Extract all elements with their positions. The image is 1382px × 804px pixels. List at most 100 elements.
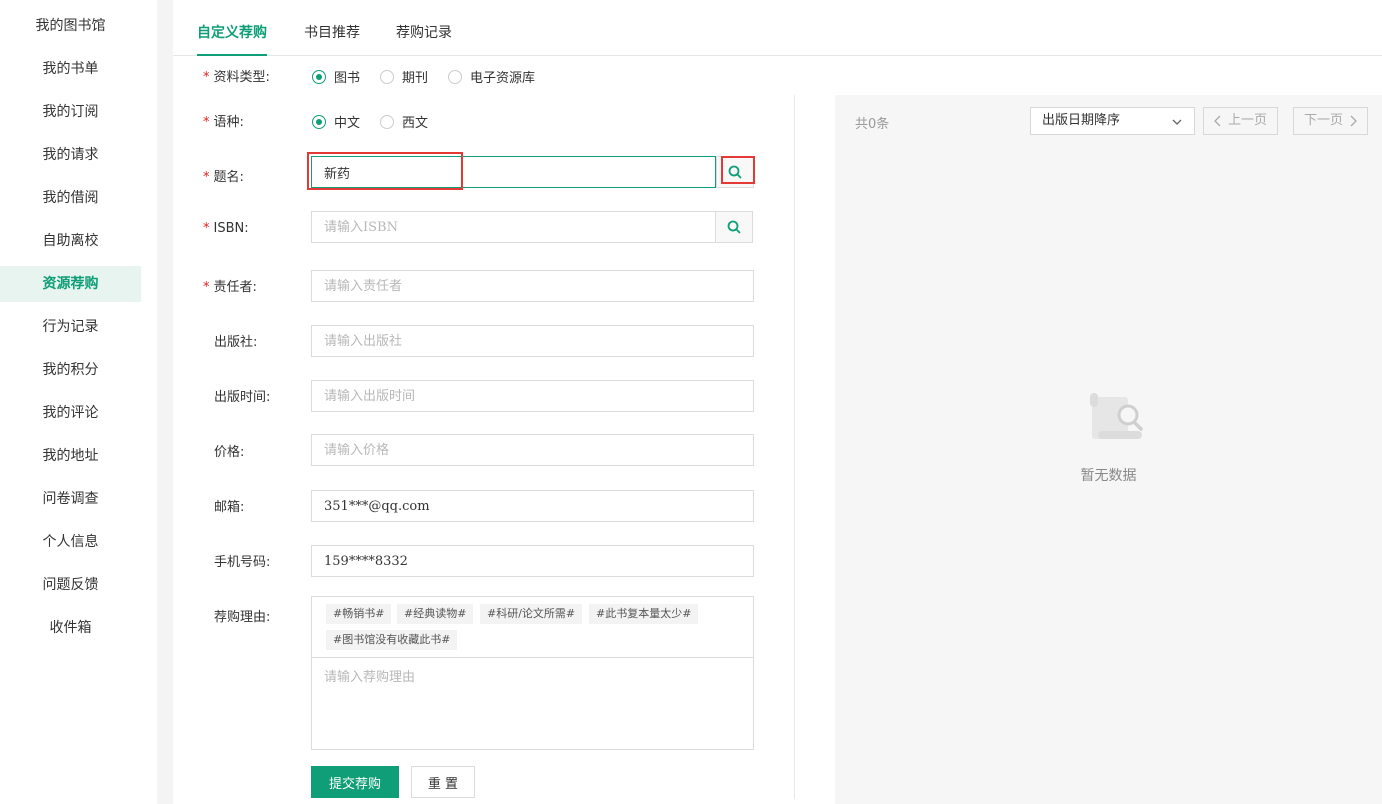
sidebar-item-my-address[interactable]: 我的地址 [0, 438, 141, 474]
type-label: * 资料类型: [203, 66, 270, 85]
pubdate-label: 出版时间: [214, 386, 270, 405]
language-radio-chinese[interactable]: 中文 [312, 112, 360, 131]
author-label: * 责任者: [203, 276, 257, 295]
language-radio-western[interactable]: 西文 [380, 112, 428, 131]
sidebar-item-my-comments[interactable]: 我的评论 [0, 395, 141, 431]
sidebar-item-my-requests[interactable]: 我的请求 [0, 137, 141, 173]
sidebar-item-resource-recommend[interactable]: 资源荐购 [0, 266, 141, 302]
reason-tag[interactable]: #图书馆没有收藏此书# [326, 630, 458, 650]
reset-button[interactable]: 重 置 [411, 766, 475, 798]
required-mark: * [203, 70, 210, 85]
pubdate-label-colon: : [266, 390, 271, 405]
reason-tag[interactable]: #科研/论文所需# [480, 604, 583, 624]
submit-button[interactable]: 提交荐购 [311, 766, 399, 798]
reason-textarea[interactable] [312, 657, 753, 749]
tab-bar: 自定义荐购 书目推荐 荐购记录 [173, 0, 1382, 56]
publisher-label-colon: : [253, 335, 258, 350]
reason-tag[interactable]: #此书复本量太少# [589, 604, 699, 624]
reason-tag[interactable]: #畅销书# [326, 604, 392, 624]
phone-label: 手机号码: [214, 551, 270, 570]
prev-page-label: 上一页 [1228, 113, 1268, 128]
sort-selected-value: 出版日期降序 [1042, 113, 1121, 128]
reason-box: #畅销书# #经典读物# #科研/论文所需# #此书复本量太少# #图书馆没有收… [311, 596, 754, 750]
language-label: * 语种: [203, 111, 244, 130]
empty-data-icon [1090, 393, 1143, 439]
required-mark: * [203, 115, 210, 130]
email-label-text: 邮箱 [214, 500, 241, 515]
title-label-colon: : [239, 170, 244, 185]
radio-circle [312, 114, 326, 129]
type-radio-journal[interactable]: 期刊 [380, 67, 428, 86]
email-label-colon: : [240, 500, 245, 515]
sidebar-divider [157, 0, 173, 804]
title-label-text: 题名 [213, 170, 240, 185]
type-radio-group: 图书 期刊 电子资源库 [312, 67, 562, 87]
type-radio-eresource[interactable]: 电子资源库 [448, 67, 535, 86]
language-option-western: 西文 [402, 116, 429, 131]
price-label-text: 价格 [214, 445, 241, 460]
title-label: * 题名: [203, 166, 244, 185]
search-icon [728, 165, 742, 179]
author-label-colon: : [252, 280, 257, 295]
email-label: 邮箱: [214, 496, 244, 515]
next-page-label: 下一页 [1304, 113, 1344, 128]
sidebar: 我的图书馆 我的书单 我的订阅 我的请求 我的借阅 自助离校 资源荐购 行为记录… [0, 0, 141, 804]
tab-custom-recommend[interactable]: 自定义荐购 [197, 22, 267, 56]
radio-circle [448, 69, 462, 84]
required-mark: * [203, 170, 210, 185]
type-option-book: 图书 [334, 71, 361, 86]
email-input[interactable] [311, 490, 754, 522]
author-input[interactable] [311, 270, 754, 302]
phone-input[interactable] [311, 545, 754, 577]
publisher-label-text: 出版社 [214, 335, 254, 350]
sidebar-item-my-subscriptions[interactable]: 我的订阅 [0, 94, 141, 130]
isbn-label-colon: : [244, 221, 249, 236]
type-option-journal: 期刊 [402, 71, 429, 86]
title-input[interactable] [311, 156, 716, 188]
title-search-button[interactable] [716, 156, 754, 188]
result-count: 共0条 [855, 117, 890, 132]
sort-select[interactable]: 出版日期降序 [1030, 107, 1195, 135]
prev-page-button[interactable]: 上一页 [1203, 107, 1279, 135]
reason-label: 荐购理由: [214, 606, 270, 625]
sidebar-item-my-borrowing[interactable]: 我的借阅 [0, 180, 141, 216]
chevron-left-icon [1214, 115, 1221, 127]
next-page-button[interactable]: 下一页 [1293, 107, 1369, 135]
tab-recommend-history[interactable]: 荐购记录 [396, 22, 452, 54]
price-label: 价格: [214, 441, 244, 460]
publisher-label: 出版社: [214, 331, 257, 350]
sidebar-item-feedback[interactable]: 问题反馈 [0, 567, 141, 603]
chevron-right-icon [1350, 115, 1357, 127]
type-option-eresource: 电子资源库 [470, 71, 536, 86]
sidebar-item-personal-info[interactable]: 个人信息 [0, 524, 141, 560]
price-input[interactable] [311, 434, 754, 466]
language-option-chinese: 中文 [334, 116, 361, 131]
language-label-colon: : [239, 115, 244, 130]
isbn-label-text: ISBN [213, 221, 245, 236]
type-label-text: 资料类型 [213, 70, 266, 85]
sidebar-item-activity-log[interactable]: 行为记录 [0, 309, 141, 345]
reason-label-colon: : [266, 610, 271, 625]
radio-circle [380, 69, 394, 84]
language-radio-group: 中文 西文 [312, 112, 512, 132]
sidebar-item-inbox[interactable]: 收件箱 [0, 610, 141, 646]
sidebar-item-self-checkout[interactable]: 自助离校 [0, 223, 141, 259]
radio-circle [312, 69, 326, 84]
language-label-text: 语种 [213, 115, 240, 130]
isbn-search-button[interactable] [715, 211, 753, 243]
publisher-input[interactable] [311, 325, 754, 357]
radio-circle [380, 114, 394, 129]
type-radio-book[interactable]: 图书 [312, 67, 360, 86]
pubdate-input[interactable] [311, 380, 754, 412]
pubdate-label-text: 出版时间 [214, 390, 267, 405]
price-label-colon: : [240, 445, 245, 460]
results-panel: 共0条 出版日期降序 上一页 下一页 暂无数据 [835, 95, 1382, 804]
search-icon [727, 220, 741, 234]
sidebar-item-my-booklist[interactable]: 我的书单 [0, 51, 141, 87]
isbn-input[interactable] [311, 211, 716, 243]
sidebar-item-my-library[interactable]: 我的图书馆 [0, 8, 141, 44]
tab-book-recommend[interactable]: 书目推荐 [304, 22, 360, 54]
sidebar-item-my-points[interactable]: 我的积分 [0, 352, 141, 388]
reason-tag[interactable]: #经典读物# [397, 604, 474, 624]
sidebar-item-survey[interactable]: 问卷调查 [0, 481, 141, 517]
